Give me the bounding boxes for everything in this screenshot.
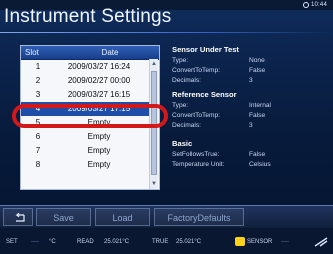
- status-bar: SET ---- °C READ 25.021°C TRUE 25.021°C …: [0, 229, 333, 254]
- field-label: Decimals:: [172, 77, 201, 84]
- field-row: Type: Internal: [172, 102, 324, 112]
- status-read-label: READ: [77, 239, 94, 245]
- list-row-3[interactable]: 3 2009/03/27 16:15: [21, 88, 151, 102]
- chevron-up-icon[interactable]: ▲: [151, 60, 157, 68]
- row-date: Empty: [87, 118, 111, 127]
- field-label: ConvertToTemp:: [172, 67, 221, 74]
- settings-details-panel: Sensor Under Test Type: None ConvertToTe…: [172, 45, 324, 185]
- scrollbar-thumb[interactable]: [151, 71, 157, 175]
- list-row-8[interactable]: 8 Empty: [21, 158, 151, 172]
- factory-defaults-button[interactable]: FactoryDefaults: [154, 208, 244, 226]
- field-value: False: [249, 67, 266, 74]
- field-row: ConvertToTemp: False: [172, 112, 324, 122]
- row-slot: 2: [35, 76, 41, 85]
- list-row-4-selected[interactable]: 4 2009/03/27 17:15: [21, 102, 151, 116]
- status-set-value: ----: [31, 239, 39, 245]
- list-row-5[interactable]: 5 Empty: [21, 116, 151, 130]
- field-value: Internal: [249, 102, 271, 109]
- title-underline: [0, 32, 333, 33]
- field-row: Decimals: 3: [172, 122, 324, 132]
- back-arrow-icon: [15, 213, 25, 222]
- field-value: None: [249, 57, 265, 64]
- screen: 10:44 Instrument Settings Slot Date 1 20…: [0, 0, 333, 254]
- status-true-label: TRUE: [152, 239, 169, 245]
- status-true-value: 25.021°C: [176, 239, 202, 245]
- row-slot: 4: [35, 104, 41, 113]
- row-slot: 5: [35, 118, 41, 127]
- back-button[interactable]: [3, 208, 33, 226]
- field-value: False: [249, 112, 266, 119]
- row-date: 2009/03/27 17:15: [67, 104, 131, 113]
- list-scrollbar[interactable]: ▲ ▼: [149, 59, 158, 189]
- status-sensor-label: SENSOR: [247, 239, 273, 245]
- list-row-7[interactable]: 7 Empty: [21, 144, 151, 158]
- list-header: Slot Date: [21, 46, 159, 60]
- field-label: Decimals:: [172, 122, 201, 129]
- clock-time: 10:44: [302, 2, 327, 8]
- row-date: 2009/03/27 16:15: [67, 90, 131, 99]
- status-sensor-value: ----: [281, 239, 289, 245]
- clock-time-text: 10:44: [310, 2, 327, 8]
- row-slot: 6: [35, 132, 41, 141]
- section-title-sensor-under-test: Sensor Under Test: [172, 45, 239, 54]
- status-set-label: SET: [6, 239, 18, 245]
- field-row: Temperature Unit: Celsius: [172, 161, 324, 171]
- bottom-button-bar: Save Load FactoryDefaults: [0, 205, 333, 229]
- settings-slot-list[interactable]: Slot Date 1 2009/03/27 16:24 2 2009/02/2…: [20, 45, 160, 190]
- field-value: Celsius: [249, 161, 271, 168]
- page-title: Instrument Settings: [4, 6, 172, 27]
- list-row-1[interactable]: 1 2009/03/27 16:24: [21, 60, 151, 74]
- status-set-unit: °C: [49, 239, 56, 245]
- section-title-reference-sensor: Reference Sensor: [172, 90, 237, 99]
- status-indicator: [235, 237, 245, 246]
- column-header-date: Date: [101, 48, 119, 57]
- load-button[interactable]: Load: [95, 208, 150, 226]
- field-label: Temperature Unit:: [172, 161, 225, 168]
- row-slot: 7: [35, 146, 41, 155]
- field-row: SetFollowsTrue: False: [172, 151, 324, 161]
- row-date: 2009/02/27 00:00: [67, 76, 131, 85]
- list-row-2[interactable]: 2 2009/02/27 00:00: [21, 74, 151, 88]
- list-row-6[interactable]: 6 Empty: [21, 130, 151, 144]
- row-slot: 3: [35, 90, 41, 99]
- field-label: SetFollowsTrue:: [172, 151, 220, 158]
- section-title-basic: Basic: [172, 139, 193, 148]
- row-date: Empty: [87, 132, 111, 141]
- field-label: Type:: [172, 102, 189, 109]
- field-row: Type: None: [172, 57, 324, 67]
- save-button[interactable]: Save: [36, 208, 91, 226]
- field-value: False: [249, 151, 266, 158]
- status-read-value: 25.021°C: [104, 239, 130, 245]
- field-label: Type:: [172, 57, 189, 64]
- field-row: Decimals: 3: [172, 77, 324, 87]
- row-date: Empty: [87, 146, 111, 155]
- field-row: ConvertToTemp: False: [172, 67, 324, 77]
- field-value: 3: [249, 77, 253, 84]
- clock-icon: [302, 2, 309, 8]
- row-slot: 8: [35, 160, 41, 169]
- list-rows: 1 2009/03/27 16:24 2 2009/02/27 00:00 3 …: [21, 60, 151, 172]
- field-label: ConvertToTemp:: [172, 112, 221, 119]
- column-header-slot: Slot: [25, 48, 39, 57]
- chevron-down-icon[interactable]: ▼: [151, 180, 157, 188]
- field-value: 3: [249, 122, 253, 129]
- row-slot: 1: [35, 62, 41, 71]
- signal-icon: [314, 237, 328, 247]
- row-date: 2009/03/27 16:24: [67, 62, 131, 71]
- row-date: Empty: [87, 160, 111, 169]
